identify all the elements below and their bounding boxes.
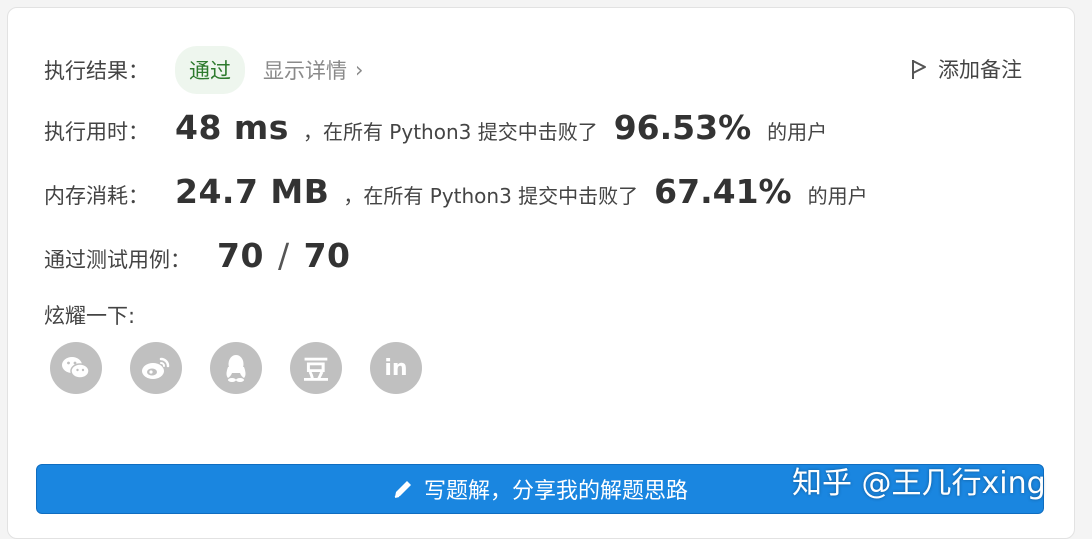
result-label: 执行结果： (44, 59, 149, 83)
watermark: 知乎 @王几行xing (792, 466, 1046, 501)
share-row: 炫耀一下: (44, 300, 135, 330)
runtime-label: 执行用时： (44, 120, 149, 144)
wechat-icon[interactable] (50, 342, 102, 394)
runtime-value: 48 ms (175, 108, 289, 147)
memory-text: ，在所有 Python3 提交中击败了 (343, 184, 639, 208)
flag-icon (912, 60, 926, 79)
status-badge: 通过 (175, 46, 245, 94)
linkedin-icon[interactable]: in (370, 342, 422, 394)
memory-value: 24.7 MB (175, 172, 330, 211)
pencil-icon (394, 481, 411, 498)
write-solution-label: 写题解，分享我的解题思路 (423, 479, 688, 504)
tests-passed: 70 (217, 236, 264, 275)
runtime-row: 执行用时： 48 ms ，在所有 Python3 提交中击败了 96.53% 的… (44, 108, 827, 147)
add-note-label: 添加备注 (938, 58, 1022, 82)
tests-separator: / (277, 236, 290, 275)
show-details-link[interactable]: 显示详情 (263, 55, 347, 85)
memory-suffix: 的用户 (807, 184, 868, 208)
runtime-text: ，在所有 Python3 提交中击败了 (302, 120, 598, 144)
runtime-suffix: 的用户 (767, 120, 828, 144)
runtime-percent: 96.53% (613, 108, 752, 147)
memory-row: 内存消耗： 24.7 MB ，在所有 Python3 提交中击败了 67.41%… (44, 172, 868, 211)
add-note-button[interactable]: 添加备注 (910, 54, 1022, 84)
result-row: 执行结果： 通过 显示详情 › (44, 46, 363, 94)
memory-label: 内存消耗： (44, 184, 149, 208)
qq-icon[interactable] (210, 342, 262, 394)
douban-icon[interactable]: 豆 (290, 342, 342, 394)
weibo-icon[interactable] (130, 342, 182, 394)
memory-percent: 67.41% (654, 172, 792, 211)
chevron-right-icon[interactable]: › (355, 58, 363, 82)
share-icons: 豆 in (50, 342, 422, 394)
tests-label: 通过测试用例： (44, 248, 191, 272)
tests-total: 70 (303, 236, 351, 275)
tests-row: 通过测试用例： 70 / 70 (44, 236, 351, 275)
share-label: 炫耀一下: (44, 304, 136, 328)
